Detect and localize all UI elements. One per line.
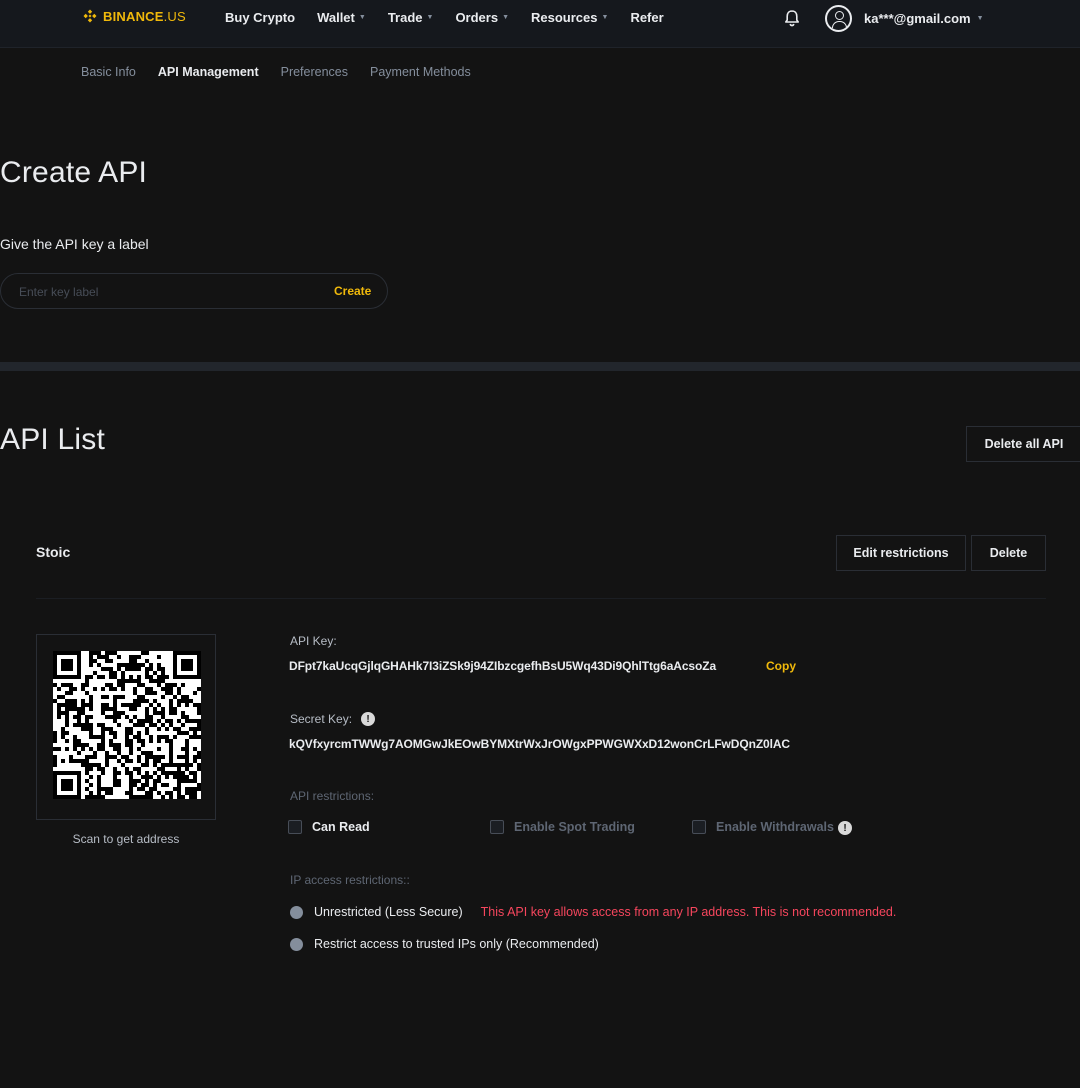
- api-restrictions-label: API restrictions:: [290, 789, 375, 803]
- binance-logo-icon: [83, 9, 97, 23]
- nav-item-refer[interactable]: Refer: [630, 10, 663, 25]
- trusted-ips-radio[interactable]: [290, 937, 303, 951]
- account-menu[interactable]: ka***@gmail.com ▼: [864, 11, 984, 26]
- trusted-ips-label: Restrict access to trusted IPs only (Rec…: [314, 937, 599, 951]
- user-circle-icon[interactable]: [825, 5, 852, 32]
- section-divider: [0, 362, 1080, 371]
- caret-down-icon: ▼: [976, 15, 984, 22]
- qr-code: [53, 651, 201, 799]
- api-key-name: Stoic: [36, 544, 71, 560]
- bell-icon[interactable]: [782, 8, 802, 28]
- key-label-input[interactable]: [19, 283, 309, 301]
- unrestricted-label: Unrestricted (Less Secure): [314, 905, 463, 919]
- restriction-spot-trading[interactable]: Enable Spot Trading: [490, 820, 635, 834]
- delete-all-api-button[interactable]: Delete all API: [966, 426, 1080, 462]
- secret-key-value: kQVfxyrcmTWWg7AOMGwJkEOwBYMXtrWxJrOWgxPP…: [289, 737, 790, 751]
- edit-restrictions-button[interactable]: Edit restrictions: [836, 535, 966, 571]
- withdrawals-label: Enable Withdrawals: [716, 820, 834, 834]
- api-key-value: DFpt7kaUcqGjlqGHAHk7I3iZSk9j94ZIbzcgefhB…: [289, 659, 717, 673]
- restriction-can-read[interactable]: Can Read: [288, 820, 370, 834]
- secret-key-label: Secret Key:: [290, 712, 353, 726]
- api-key-label: API Key:: [290, 634, 337, 648]
- caret-down-icon: ▼: [358, 14, 366, 21]
- restriction-withdrawals[interactable]: Enable Withdrawals: [692, 820, 834, 834]
- main-nav: Buy Crypto Wallet ▼ Trade ▼ Orders ▼ Resour…: [225, 10, 686, 25]
- brand-name: BINANCE.US: [103, 8, 186, 24]
- tab-basic-info[interactable]: Basic Info: [81, 65, 136, 79]
- binance-logo[interactable]: BINANCE.US: [82, 8, 186, 24]
- can-read-checkbox[interactable]: [288, 820, 302, 834]
- tab-api-management[interactable]: API Management: [158, 65, 259, 79]
- unrestricted-warning: This API key allows access from any IP a…: [480, 905, 897, 919]
- caret-down-icon: ▼: [502, 14, 510, 21]
- caret-down-icon: ▼: [601, 14, 609, 21]
- api-list-title: API List: [0, 423, 105, 456]
- nav-item-buy-crypto[interactable]: Buy Crypto: [225, 10, 295, 25]
- row-divider: [36, 598, 1046, 599]
- qr-caption: Scan to get address: [72, 832, 180, 846]
- tab-payment-methods[interactable]: Payment Methods: [370, 65, 471, 79]
- top-navbar: BINANCE.US Buy Crypto Wallet ▼ Trade ▼ Ord…: [0, 0, 1080, 48]
- exclamation-info-icon[interactable]: !: [838, 821, 852, 835]
- account-subtabs: Basic Info API Management Preferences Pa…: [81, 65, 493, 79]
- create-button[interactable]: Create: [334, 284, 371, 298]
- nav-item-orders[interactable]: Orders ▼: [455, 10, 509, 25]
- key-label-prompt: Give the API key a label: [0, 236, 149, 252]
- exclamation-info-icon[interactable]: !: [361, 712, 375, 726]
- ip-option-trusted[interactable]: Restrict access to trusted IPs only (Rec…: [290, 937, 599, 951]
- nav-item-wallet[interactable]: Wallet ▼: [317, 10, 366, 25]
- can-read-label: Can Read: [312, 820, 370, 834]
- tab-preferences[interactable]: Preferences: [281, 65, 348, 79]
- key-label-field: Create: [0, 273, 388, 309]
- spot-trading-checkbox[interactable]: [490, 820, 504, 834]
- copy-api-key-button[interactable]: Copy: [766, 659, 796, 673]
- withdrawals-checkbox[interactable]: [692, 820, 706, 834]
- caret-down-icon: ▼: [426, 14, 434, 21]
- delete-button[interactable]: Delete: [971, 535, 1046, 571]
- nav-item-resources[interactable]: Resources ▼: [531, 10, 608, 25]
- nav-item-trade[interactable]: Trade ▼: [388, 10, 434, 25]
- create-api-title: Create API: [0, 156, 148, 189]
- account-email: ka***@gmail.com: [864, 11, 971, 26]
- spot-trading-label: Enable Spot Trading: [514, 820, 635, 834]
- ip-option-unrestricted[interactable]: Unrestricted (Less Secure) This API key …: [290, 905, 896, 919]
- qr-code-box: [36, 634, 216, 820]
- ip-restrictions-label: IP access restrictions::: [290, 873, 410, 887]
- unrestricted-radio[interactable]: [290, 905, 303, 919]
